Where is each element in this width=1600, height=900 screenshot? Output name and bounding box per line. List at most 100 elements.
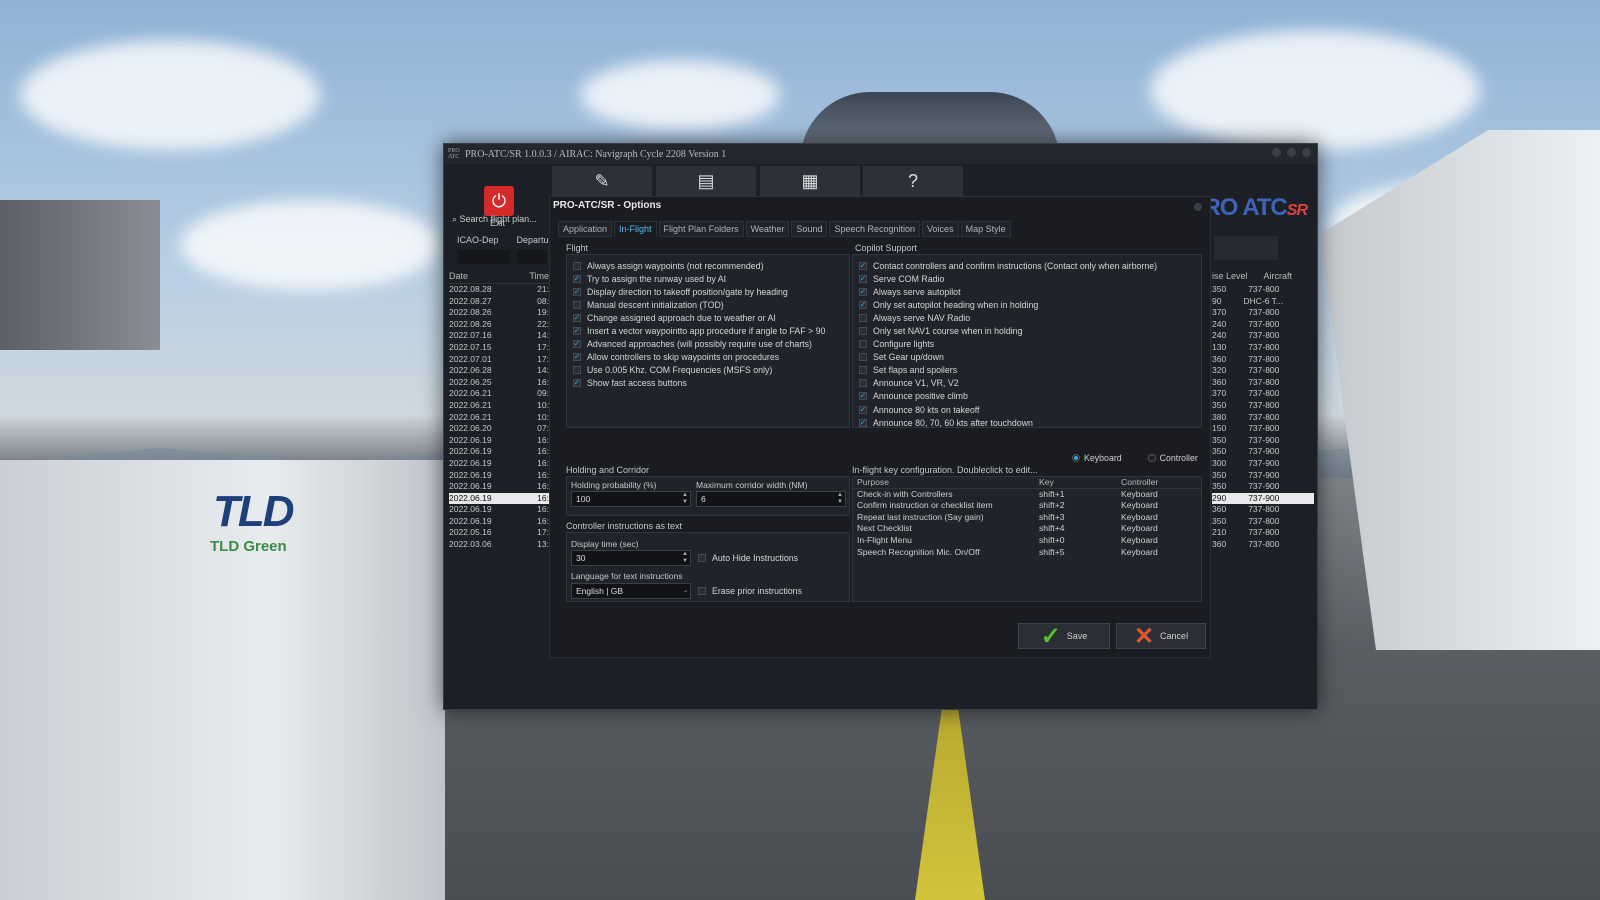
table-row[interactable]: 350 737-900 xyxy=(1212,481,1314,493)
copilot-option[interactable]: Only set NAV1 course when in holding xyxy=(859,324,1195,337)
table-row[interactable]: 290 737-900 xyxy=(1212,492,1314,505)
table-row[interactable]: 2022.06.25 16: xyxy=(449,377,549,389)
column-date[interactable]: Date xyxy=(449,271,468,281)
tab-speech-recognition[interactable]: Speech Recognition xyxy=(829,221,921,237)
checkbox[interactable] xyxy=(859,379,867,388)
departure-input[interactable] xyxy=(517,250,547,264)
language-select[interactable]: English | GB ⌄ xyxy=(571,583,691,599)
table-row[interactable]: 2022.06.21 10: xyxy=(449,412,549,424)
tab-application[interactable]: Application xyxy=(558,221,613,237)
table-row[interactable]: 370 737-800 xyxy=(1212,307,1314,319)
table-row[interactable]: 90 DHC-6 T... xyxy=(1212,296,1314,308)
checkbox[interactable] xyxy=(859,274,867,283)
table-row[interactable]: 2022.07.15 17: xyxy=(449,342,549,354)
keyboard-radio[interactable]: Keyboard xyxy=(1072,453,1122,463)
tab-map-style[interactable]: Map Style xyxy=(960,221,1011,237)
checkbox[interactable] xyxy=(573,340,581,349)
right-filter-box[interactable] xyxy=(1214,236,1278,260)
table-row[interactable]: 2022.08.26 22: xyxy=(449,319,549,331)
tab-in-flight[interactable]: In-Flight xyxy=(614,221,657,237)
search-flight-plan[interactable]: ⌕ Search flight plan... xyxy=(452,214,537,225)
icao-dep-input[interactable] xyxy=(458,250,510,264)
tab-sound[interactable]: Sound xyxy=(791,221,828,237)
checkbox[interactable] xyxy=(859,418,867,427)
table-row[interactable]: 350 737-800 xyxy=(1212,516,1314,528)
table-row[interactable]: 350 737-800 xyxy=(1212,400,1314,412)
table-row[interactable]: 350 737-900 xyxy=(1212,470,1314,482)
checkbox[interactable] xyxy=(859,327,867,336)
table-row[interactable]: 370 737-800 xyxy=(1212,388,1314,400)
checkbox[interactable] xyxy=(859,340,867,349)
auto-hide-checkbox[interactable]: Auto Hide Instructions xyxy=(698,551,798,564)
tab-voices[interactable]: Voices xyxy=(922,221,959,237)
key-binding-row[interactable]: Confirm instruction or checklist item shi… xyxy=(853,500,1201,512)
table-row[interactable]: 2022.06.19 16: xyxy=(449,504,549,516)
corridor-width-input[interactable]: 6 ▲ ▼ xyxy=(696,491,846,507)
checkbox[interactable] xyxy=(573,366,581,375)
airport-chart-icon[interactable]: ▦ xyxy=(760,166,860,196)
copilot-option[interactable]: Always serve NAV Radio xyxy=(859,311,1195,324)
copilot-option[interactable]: Set Gear up/down xyxy=(859,351,1195,364)
checkbox[interactable] xyxy=(573,287,581,296)
table-row[interactable]: 2022.06.19 16: xyxy=(449,446,549,458)
table-row[interactable]: 350 737-800 xyxy=(1212,284,1314,296)
table-row[interactable]: 2022.06.21 09: xyxy=(449,388,549,400)
checkbox[interactable] xyxy=(859,353,867,362)
flight-option[interactable]: Always assign waypoints (not recommended… xyxy=(573,259,843,272)
header-purpose[interactable]: Purpose xyxy=(853,477,1039,488)
save-button[interactable]: ✓ Save xyxy=(1018,623,1110,650)
help-icon[interactable]: ? xyxy=(863,166,963,196)
table-row[interactable]: 130 737-800 xyxy=(1212,342,1314,354)
flight-option[interactable]: Try to assign the runway used by AI xyxy=(573,272,843,285)
checkbox[interactable] xyxy=(859,392,867,401)
display-time-input[interactable]: 30 ▲ ▼ xyxy=(571,550,691,566)
key-binding-row[interactable]: Repeat last instruction (Say gain) shift+… xyxy=(853,512,1201,524)
flight-option[interactable]: Manual descent initialization (TOD) xyxy=(573,298,843,311)
tab-flight-plan-folders[interactable]: Flight Plan Folders xyxy=(658,221,744,237)
table-row[interactable]: 2022.06.19 16: xyxy=(449,458,549,470)
copilot-option[interactable]: Set flaps and spoilers xyxy=(859,364,1195,377)
table-row[interactable]: 150 737-800 xyxy=(1212,423,1314,435)
table-row[interactable]: 2022.08.27 08: xyxy=(449,296,549,308)
table-row[interactable]: 2022.06.19 16: xyxy=(449,481,549,493)
flight-option[interactable]: Allow controllers to skip waypoints on p… xyxy=(573,351,843,364)
key-binding-row[interactable]: Check-in with Controllers shift+1 Keyboard xyxy=(853,489,1201,501)
flight-option[interactable]: Change assigned approach due to weather … xyxy=(573,311,843,324)
table-row[interactable]: 350 737-900 xyxy=(1212,435,1314,447)
table-row[interactable]: 2022.06.28 14: xyxy=(449,365,549,377)
checkbox[interactable] xyxy=(859,366,867,375)
spinner-icon[interactable]: ▲ ▼ xyxy=(682,551,688,565)
erase-prior-checkbox[interactable]: Erase prior instructions xyxy=(698,584,802,597)
settings-wrench-icon[interactable]: ✎ xyxy=(552,166,652,196)
spinner-icon[interactable]: ▲ ▼ xyxy=(837,492,843,506)
table-row[interactable]: 2022.06.19 16: xyxy=(449,470,549,482)
checkbox[interactable] xyxy=(859,313,867,322)
header-controller[interactable]: Controller xyxy=(1121,477,1158,488)
checkbox[interactable] xyxy=(573,300,581,309)
copilot-option[interactable]: Announce 80, 70, 60 kts after touchdown xyxy=(859,416,1195,429)
table-row[interactable]: 2022.05.16 17: xyxy=(449,527,549,539)
flight-option[interactable]: Use 0.005 Khz. COM Frequencies (MSFS onl… xyxy=(573,364,843,377)
checkbox[interactable] xyxy=(573,274,581,283)
close-button[interactable] xyxy=(1302,148,1311,157)
power-icon[interactable]: ⏻ xyxy=(484,186,514,216)
table-row[interactable]: 2022.06.19 16: xyxy=(449,435,549,447)
table-row[interactable]: 2022.08.26 19: xyxy=(449,307,549,319)
spinner-icon[interactable]: ▲ ▼ xyxy=(682,492,688,506)
key-binding-row[interactable]: Next Checklist shift+4 Keyboard xyxy=(853,523,1201,535)
copilot-option[interactable]: Serve COM Radio xyxy=(859,272,1195,285)
checkbox[interactable] xyxy=(573,353,581,362)
checkbox[interactable] xyxy=(573,261,581,270)
table-row[interactable]: 300 737-900 xyxy=(1212,458,1314,470)
copilot-option[interactable]: Announce V1, VR, V2 xyxy=(859,377,1195,390)
cancel-button[interactable]: ✕ Cancel xyxy=(1116,623,1206,650)
checkbox[interactable] xyxy=(859,287,867,296)
header-key[interactable]: Key xyxy=(1039,477,1121,488)
table-row[interactable]: 2022.07.01 17: xyxy=(449,354,549,366)
checkbox[interactable] xyxy=(859,300,867,309)
table-row[interactable]: 2022.03.06 13: xyxy=(449,539,549,551)
checkbox[interactable] xyxy=(859,405,867,414)
table-row[interactable]: 240 737-800 xyxy=(1212,330,1314,342)
flight-option[interactable]: Advanced approaches (will possibly requi… xyxy=(573,338,843,351)
copilot-option[interactable]: Always serve autopilot xyxy=(859,285,1195,298)
